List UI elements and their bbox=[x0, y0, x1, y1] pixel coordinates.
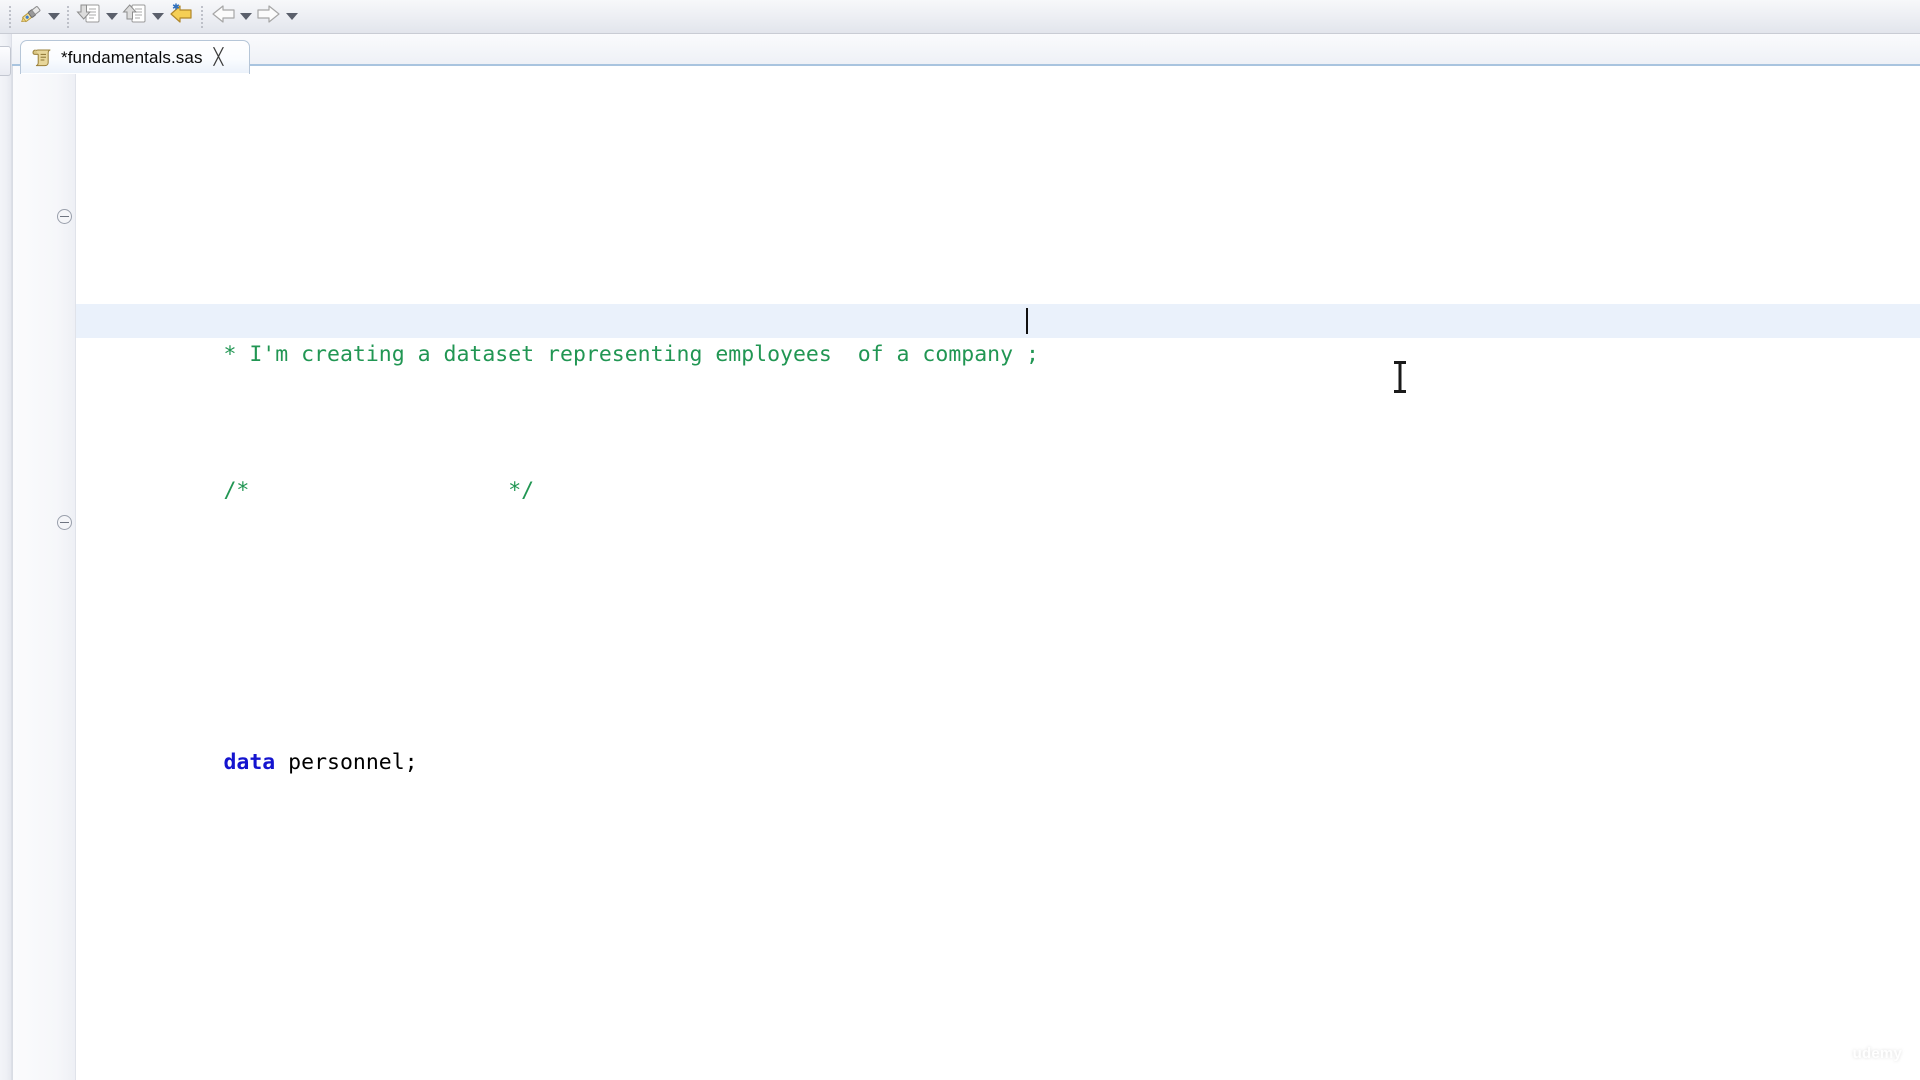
export-data-icon bbox=[122, 2, 148, 31]
udemy-watermark: udemy bbox=[1825, 1042, 1902, 1064]
toolbar-separator-2 bbox=[201, 5, 203, 28]
code-line[interactable]: * I'm creating a dataset representing em… bbox=[76, 304, 1920, 367]
back-dropdown[interactable] bbox=[238, 3, 254, 31]
editor-body[interactable]: * I'm creating a dataset representing em… bbox=[12, 66, 1920, 1080]
import-data-icon bbox=[76, 2, 102, 31]
run-program-dropdown[interactable] bbox=[46, 3, 62, 31]
code-text-area[interactable]: * I'm creating a dataset representing em… bbox=[76, 66, 1920, 1080]
code-token-plain: personnel; bbox=[275, 750, 418, 775]
forward-button[interactable] bbox=[254, 3, 284, 31]
fold-marker[interactable] bbox=[57, 515, 72, 530]
export-data-button[interactable] bbox=[120, 3, 150, 31]
chevron-down-icon bbox=[106, 13, 118, 20]
back-arrow-icon bbox=[209, 2, 237, 31]
toolbar-separator-0 bbox=[9, 5, 11, 28]
udemy-logo-icon bbox=[1825, 1042, 1847, 1064]
editor-tabstrip bbox=[12, 34, 1920, 66]
collapsed-view-stub[interactable] bbox=[0, 46, 11, 76]
sas-program-icon bbox=[32, 48, 54, 68]
fold-marker[interactable] bbox=[57, 209, 72, 224]
code-line[interactable]: /* */ bbox=[76, 440, 1920, 503]
editor-gutter[interactable] bbox=[13, 66, 76, 1080]
code-line[interactable]: data personnel; bbox=[76, 712, 1920, 775]
code-token-comment: /* */ bbox=[223, 478, 535, 503]
chevron-down-icon bbox=[286, 13, 298, 20]
code-token-semicolon: ; bbox=[1026, 342, 1039, 367]
udemy-watermark-text: udemy bbox=[1852, 1044, 1902, 1062]
code-token-comment: * I'm creating a dataset representing em… bbox=[223, 342, 1026, 367]
sas-editor-window: *fundamentals.sas ╳ * I'm creating a dat… bbox=[0, 0, 1920, 1080]
new-back-button[interactable] bbox=[166, 3, 196, 31]
export-data-dropdown[interactable] bbox=[150, 3, 166, 31]
text-caret bbox=[1026, 308, 1028, 334]
import-data-dropdown[interactable] bbox=[104, 3, 120, 31]
editor-area: *fundamentals.sas ╳ * I'm creating a dat… bbox=[0, 34, 1920, 1080]
import-data-button[interactable] bbox=[74, 3, 104, 31]
tab-fundamentals-sas[interactable]: *fundamentals.sas ╳ bbox=[20, 40, 250, 74]
run-program-button[interactable] bbox=[16, 3, 46, 31]
chevron-down-icon bbox=[240, 13, 252, 20]
code-token-keyword: data bbox=[223, 750, 276, 775]
main-toolbar bbox=[0, 0, 1920, 34]
left-rail bbox=[0, 34, 12, 1080]
forward-arrow-icon bbox=[255, 2, 283, 31]
tab-title: *fundamentals.sas bbox=[61, 47, 203, 67]
chevron-down-icon bbox=[48, 13, 60, 20]
close-icon[interactable]: ╳ bbox=[214, 49, 224, 66]
back-button[interactable] bbox=[208, 3, 238, 31]
toolbar-separator-1 bbox=[67, 5, 69, 28]
new-back-icon bbox=[167, 2, 195, 31]
i-beam-cursor bbox=[1392, 360, 1408, 394]
chevron-down-icon bbox=[152, 13, 164, 20]
forward-dropdown[interactable] bbox=[284, 3, 300, 31]
run-program-icon bbox=[18, 2, 44, 31]
